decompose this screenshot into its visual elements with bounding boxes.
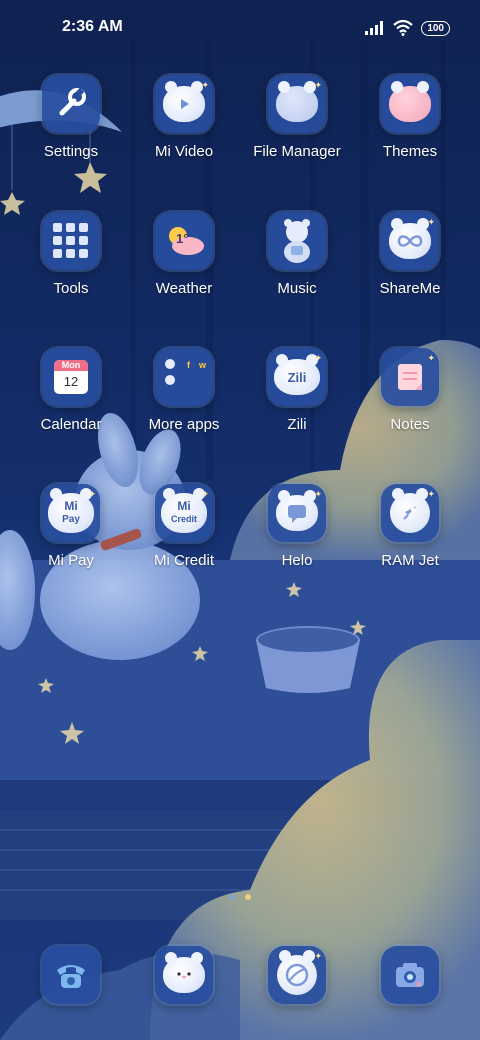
music-bear-icon: [268, 212, 326, 270]
app-label: Tools: [53, 280, 89, 297]
camera-icon: [381, 946, 439, 1004]
app-ram-jet[interactable]: ✦ RAM Jet: [354, 484, 466, 570]
play-icon: ✦: [155, 75, 213, 133]
zili-icon: Zili ✦: [268, 348, 326, 406]
app-label: File Manager: [253, 143, 341, 160]
app-mi-credit[interactable]: Mi Credit ✦ Mi Credit: [128, 484, 240, 570]
app-more-apps[interactable]: f w More apps: [128, 348, 240, 434]
clock: 2:36 AM: [62, 18, 123, 35]
mi-pay-icon: Mi Pay ✦: [42, 484, 100, 542]
dock-messages[interactable]: [128, 946, 240, 1004]
dock-camera[interactable]: [354, 946, 466, 1004]
weather-temp: 1°: [176, 231, 189, 246]
app-label: More apps: [148, 416, 220, 433]
svg-text:f: f: [187, 360, 191, 370]
app-label: Music: [277, 280, 317, 297]
page-dot-2-active[interactable]: [245, 894, 251, 900]
mi-credit-icon-text-2: Credit: [170, 514, 197, 524]
app-label: Mi Pay: [48, 552, 94, 569]
notes-icon: ✦: [381, 348, 439, 406]
messages-icon: [155, 946, 213, 1004]
page-dot-1[interactable]: [229, 894, 235, 900]
app-calendar[interactable]: Mon 12 Calendar: [15, 348, 127, 434]
calendar-day-name: Mon: [54, 360, 88, 371]
infinity-icon: ✦: [381, 212, 439, 270]
weather-icon: 1°: [155, 212, 213, 270]
more-apps-folder-icon: f w: [155, 348, 213, 406]
helo-icon: ✦: [268, 484, 326, 542]
app-mi-pay[interactable]: Mi Pay ✦ Mi Pay: [15, 484, 127, 570]
app-mi-video[interactable]: ✦ Mi Video: [128, 75, 240, 161]
dock-phone[interactable]: [15, 946, 127, 1004]
mi-credit-icon-text-1: Mi: [177, 499, 191, 513]
status-bar: 2:36 AM 100: [0, 0, 480, 56]
app-tools[interactable]: Tools: [15, 212, 127, 298]
browser-icon: ✦: [268, 946, 326, 1004]
app-label: Mi Video: [154, 143, 214, 160]
app-notes[interactable]: ✦ Notes: [354, 348, 466, 434]
app-music[interactable]: Music: [241, 212, 353, 298]
mi-pay-icon-text-1: Mi: [64, 499, 78, 513]
app-weather[interactable]: 1° Weather: [128, 212, 240, 298]
tools-folder-icon: [42, 212, 100, 270]
wifi-icon: [393, 20, 414, 36]
app-file-manager[interactable]: ✦ File Manager: [241, 75, 353, 161]
page-indicator: [0, 894, 480, 900]
phone-icon: [42, 946, 100, 1004]
signal-icon: [365, 21, 384, 35]
folder-icon: ✦: [268, 75, 326, 133]
app-themes[interactable]: Themes: [354, 75, 466, 161]
mi-pay-icon-text-2: Pay: [62, 514, 80, 525]
rocket-icon: ✦: [381, 484, 439, 542]
svg-text:w: w: [198, 360, 207, 370]
app-label: Themes: [382, 143, 438, 160]
table-decoration: [0, 560, 480, 790]
app-label: Notes: [390, 416, 430, 433]
calendar-day-number: 12: [63, 374, 79, 389]
app-label: Settings: [43, 143, 99, 160]
app-label: ShareMe: [379, 280, 441, 297]
battery-icon: 100: [421, 20, 450, 36]
app-shareme[interactable]: ✦ ShareMe: [354, 212, 466, 298]
zili-icon-text: Zili: [287, 369, 307, 385]
app-label: Mi Credit: [153, 552, 214, 569]
mi-credit-icon: Mi Credit ✦: [155, 484, 213, 542]
app-helo[interactable]: ✦ Helo: [241, 484, 353, 570]
app-label: RAM Jet: [381, 552, 439, 569]
app-zili[interactable]: Zili ✦ Zili: [241, 348, 353, 434]
wrench-icon: [42, 75, 100, 133]
app-label: Zili: [287, 416, 307, 433]
dock-browser[interactable]: ✦: [241, 946, 353, 1004]
app-label: Helo: [281, 552, 313, 569]
app-settings[interactable]: Settings: [15, 75, 127, 161]
basket-decoration: [256, 626, 360, 693]
app-label: Calendar: [40, 416, 102, 433]
app-label: Weather: [155, 280, 213, 297]
bear-icon: [381, 75, 439, 133]
calendar-icon: Mon 12: [42, 348, 100, 406]
